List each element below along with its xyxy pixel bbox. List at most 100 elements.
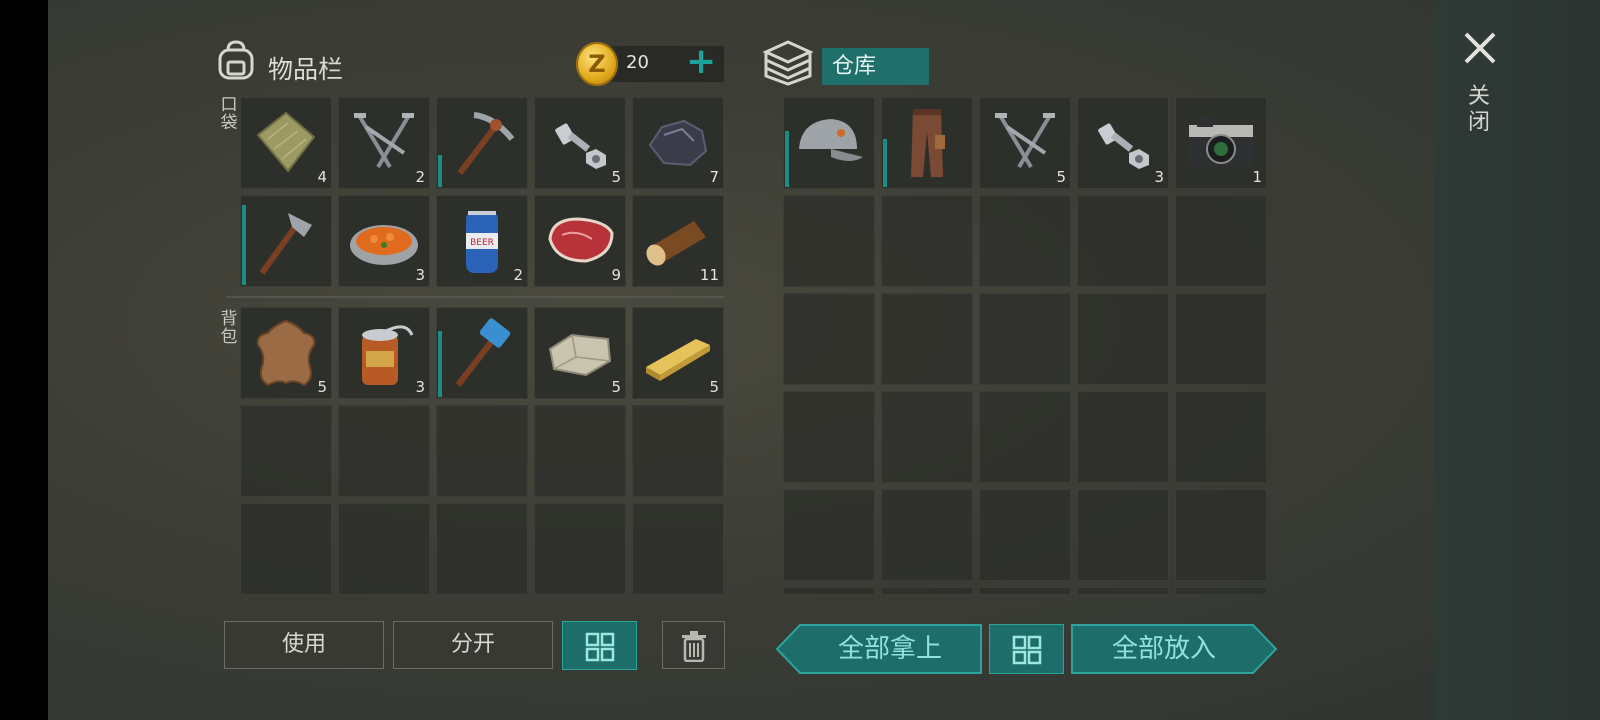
item-count: 3: [1154, 168, 1164, 186]
backpack-slot[interactable]: 3: [338, 307, 430, 399]
item-count: 1: [1252, 168, 1262, 186]
empty-storage-slot[interactable]: [1175, 587, 1267, 595]
coal-icon: [648, 119, 708, 167]
stone-icon: [548, 333, 612, 377]
empty-storage-slot[interactable]: [881, 391, 973, 483]
empty-storage-slot[interactable]: [783, 391, 875, 483]
section-divider: [226, 296, 724, 298]
backpack-slot[interactable]: 5: [240, 307, 332, 399]
empty-storage-slot[interactable]: [783, 293, 875, 385]
pocket-slot[interactable]: 9: [534, 195, 626, 287]
empty-storage-slot[interactable]: [1077, 489, 1169, 581]
storage-slot[interactable]: [881, 97, 973, 189]
durability-bar: [883, 139, 887, 187]
empty-backpack-slot[interactable]: [632, 405, 724, 497]
cap-icon: [799, 119, 863, 161]
pocket-slot[interactable]: 7: [632, 97, 724, 189]
empty-backpack-slot[interactable]: [436, 503, 528, 595]
coin-display: Z 20 +: [576, 42, 724, 86]
empty-backpack-slot[interactable]: [632, 503, 724, 595]
backpack-slot[interactable]: 5: [534, 307, 626, 399]
storage-slot[interactable]: [783, 97, 875, 189]
empty-backpack-slot[interactable]: [240, 405, 332, 497]
empty-storage-slot[interactable]: [1077, 293, 1169, 385]
item-count: 5: [1056, 168, 1066, 186]
pocket-slot[interactable]: 4: [240, 97, 332, 189]
empty-storage-slot[interactable]: [881, 489, 973, 581]
trash-icon: [682, 631, 706, 662]
right-strip: [1434, 0, 1600, 720]
empty-backpack-slot[interactable]: [338, 405, 430, 497]
pocket-slot[interactable]: 2: [338, 97, 430, 189]
empty-storage-slot[interactable]: [1175, 293, 1267, 385]
pocket-slot[interactable]: 3: [338, 195, 430, 287]
empty-storage-slot[interactable]: [1175, 195, 1267, 287]
coin-icon: Z: [576, 42, 618, 86]
empty-storage-slot[interactable]: [1077, 587, 1169, 595]
durability-bar: [438, 331, 442, 397]
empty-storage-slot[interactable]: [979, 489, 1071, 581]
item-count: 9: [611, 266, 621, 284]
item-count: 2: [415, 168, 425, 186]
nails-icon: [354, 113, 414, 169]
empty-backpack-slot[interactable]: [240, 503, 332, 595]
backpack-slot[interactable]: [436, 307, 528, 399]
empty-backpack-slot[interactable]: [534, 503, 626, 595]
cloth-icon: [256, 111, 316, 173]
hide-icon: [256, 319, 316, 387]
close-icon[interactable]: [1460, 28, 1500, 68]
empty-storage-slot[interactable]: [783, 195, 875, 287]
empty-backpack-slot[interactable]: [534, 405, 626, 497]
durability-bar: [242, 205, 246, 285]
empty-backpack-slot[interactable]: [436, 405, 528, 497]
empty-storage-slot[interactable]: [1077, 195, 1169, 287]
inventory-title: 物品栏: [268, 55, 344, 84]
raw-meat-icon: [548, 217, 614, 263]
pickaxe-icon: [457, 112, 515, 175]
pocket-slot[interactable]: 11: [632, 195, 724, 287]
empty-storage-slot[interactable]: [1077, 391, 1169, 483]
put-all-button[interactable]: 全部放入: [1073, 625, 1255, 673]
empty-storage-slot[interactable]: [979, 391, 1071, 483]
item-count: 3: [415, 378, 425, 396]
use-button[interactable]: 使用: [224, 621, 384, 669]
backpack-icon: [218, 40, 254, 80]
storage-stack-icon: [762, 40, 814, 86]
camera-icon: [1189, 117, 1253, 167]
item-count: 11: [699, 266, 719, 284]
split-button[interactable]: 分开: [393, 621, 553, 669]
empty-storage-slot[interactable]: [783, 587, 875, 595]
pocket-slot[interactable]: BEER 2: [436, 195, 528, 287]
backpack-slot[interactable]: 5: [632, 307, 724, 399]
bolt-nut-icon: [1098, 123, 1149, 169]
item-count: 2: [513, 266, 523, 284]
empty-storage-slot[interactable]: [1175, 489, 1267, 581]
empty-storage-slot[interactable]: [979, 293, 1071, 385]
pocket-slot[interactable]: [240, 195, 332, 287]
close-label[interactable]: 关闭: [1466, 84, 1492, 136]
empty-storage-slot[interactable]: [881, 195, 973, 287]
add-coins-button[interactable]: +: [686, 42, 716, 82]
storage-sort-button[interactable]: [989, 624, 1064, 674]
empty-storage-slot[interactable]: [979, 195, 1071, 287]
cooked-stew-icon: [350, 225, 418, 265]
storage-slot[interactable]: 1: [1175, 97, 1267, 189]
coin-count: 20: [626, 52, 649, 73]
storage-slot[interactable]: 5: [979, 97, 1071, 189]
pocket-label: 口袋: [220, 95, 238, 133]
take-all-button[interactable]: 全部拿上: [800, 625, 980, 673]
empty-backpack-slot[interactable]: [338, 503, 430, 595]
delete-button[interactable]: [662, 621, 725, 669]
pocket-slot[interactable]: [436, 97, 528, 189]
empty-storage-slot[interactable]: [783, 489, 875, 581]
sort-grid-button[interactable]: [562, 621, 637, 670]
empty-storage-slot[interactable]: [1175, 391, 1267, 483]
empty-storage-slot[interactable]: [881, 293, 973, 385]
canned-food-icon: [362, 325, 414, 385]
backpack-label: 背包: [220, 309, 238, 347]
empty-storage-slot[interactable]: [979, 587, 1071, 595]
empty-storage-slot[interactable]: [881, 587, 973, 595]
pocket-slot[interactable]: 5: [534, 97, 626, 189]
storage-slot[interactable]: 3: [1077, 97, 1169, 189]
item-count: 5: [709, 378, 719, 396]
